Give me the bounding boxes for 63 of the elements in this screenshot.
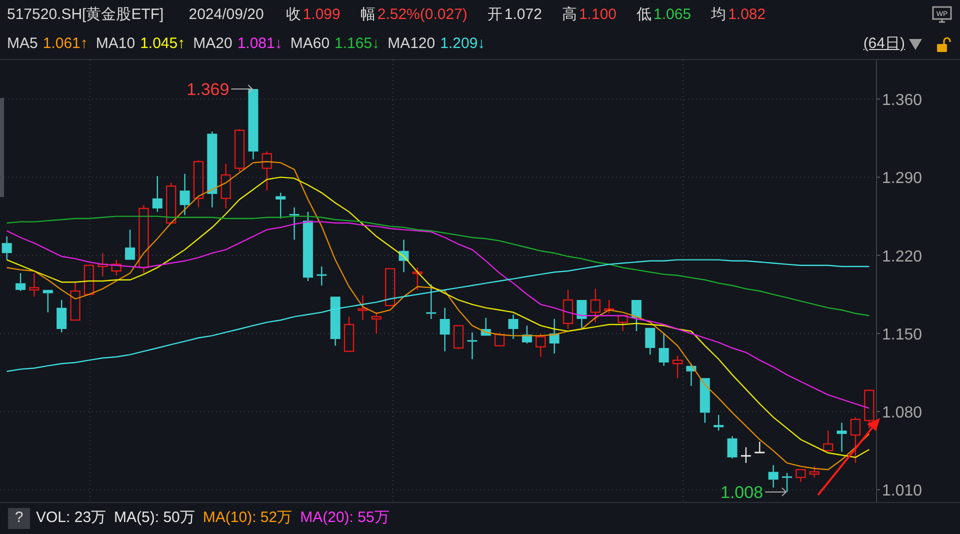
quote-value: 2.52%(0.027) (377, 4, 468, 25)
price-label: 1.369 (186, 80, 230, 100)
legend-label: MA60 (290, 34, 330, 54)
candlestick (111, 259, 122, 276)
legend-value: 1.061↑ (42, 34, 88, 54)
price-label: 1.008 (720, 482, 764, 502)
axis-label: 1.220 (882, 248, 922, 266)
candlestick (467, 332, 478, 360)
candlestick (138, 204, 149, 274)
candlestick (220, 163, 231, 210)
quote-label: 高 (562, 4, 577, 25)
quote-label: 低 (636, 4, 652, 25)
candlestick (180, 173, 190, 216)
candlestick (316, 266, 327, 286)
period-selector[interactable]: (64日) (863, 33, 905, 56)
quote-label: 开 (487, 4, 502, 25)
quote-label: 幅 (360, 4, 376, 25)
legend-label: MA5 (7, 34, 38, 54)
pointer-arrow (764, 487, 787, 496)
axis-label: 1.360 (882, 92, 922, 110)
pointer-arrow (230, 84, 253, 94)
security-title: 517520.SH[黄金股ETF] (7, 4, 164, 25)
candlestick (426, 284, 436, 320)
volume-legend-text: MA(20): 55万 (300, 508, 390, 528)
dropdown-triangle-icon[interactable] (909, 39, 922, 50)
candlestick (727, 436, 738, 460)
candlestick (440, 307, 450, 352)
candlestick (658, 332, 669, 366)
candlestick (98, 252, 108, 278)
candlestick (508, 314, 518, 340)
legend-value: 1.045↑ (140, 34, 186, 54)
quote-value: 1.072 (504, 4, 542, 25)
scrollbar-thumb[interactable] (0, 98, 4, 197)
volume-legend-text: MA(5): 50万 (114, 508, 195, 528)
quote-label: 均 (711, 4, 726, 25)
legend-label: MA120 (388, 34, 436, 54)
legend-label: MA20 (193, 34, 232, 54)
quote-value: 1.082 (728, 4, 766, 25)
candlestick (768, 464, 778, 488)
candlestick (289, 206, 300, 240)
candlestick (29, 272, 40, 298)
axis-label: 1.150 (882, 326, 922, 344)
legend-label: MA10 (96, 34, 136, 54)
axis-label: 1.010 (882, 482, 922, 500)
legend-value: 1.081↓ (237, 34, 282, 54)
date-label: 2024/09/20 (188, 4, 264, 25)
help-button[interactable]: ? (8, 508, 30, 529)
legend-value: 1.209↓ (440, 34, 486, 54)
quote-value: 1.065 (654, 4, 692, 25)
volume-legend-text: MA(10): 52万 (202, 508, 292, 528)
padlock-icon[interactable] (936, 36, 952, 52)
candlestick (358, 294, 368, 321)
candlestick (207, 130, 218, 208)
volume-legend-text: VOL: 23万 (36, 508, 106, 528)
legend-value: 1.165↓ (334, 34, 380, 54)
candlestick (836, 422, 847, 452)
quote-value: 1.100 (578, 4, 617, 25)
candlestick (2, 236, 12, 260)
quote-value: 1.099 (302, 4, 340, 25)
candlestick (590, 288, 601, 323)
quote-label: 收 (286, 4, 301, 25)
axis-label: 1.080 (882, 404, 922, 422)
axis-label: 1.290 (882, 170, 922, 188)
